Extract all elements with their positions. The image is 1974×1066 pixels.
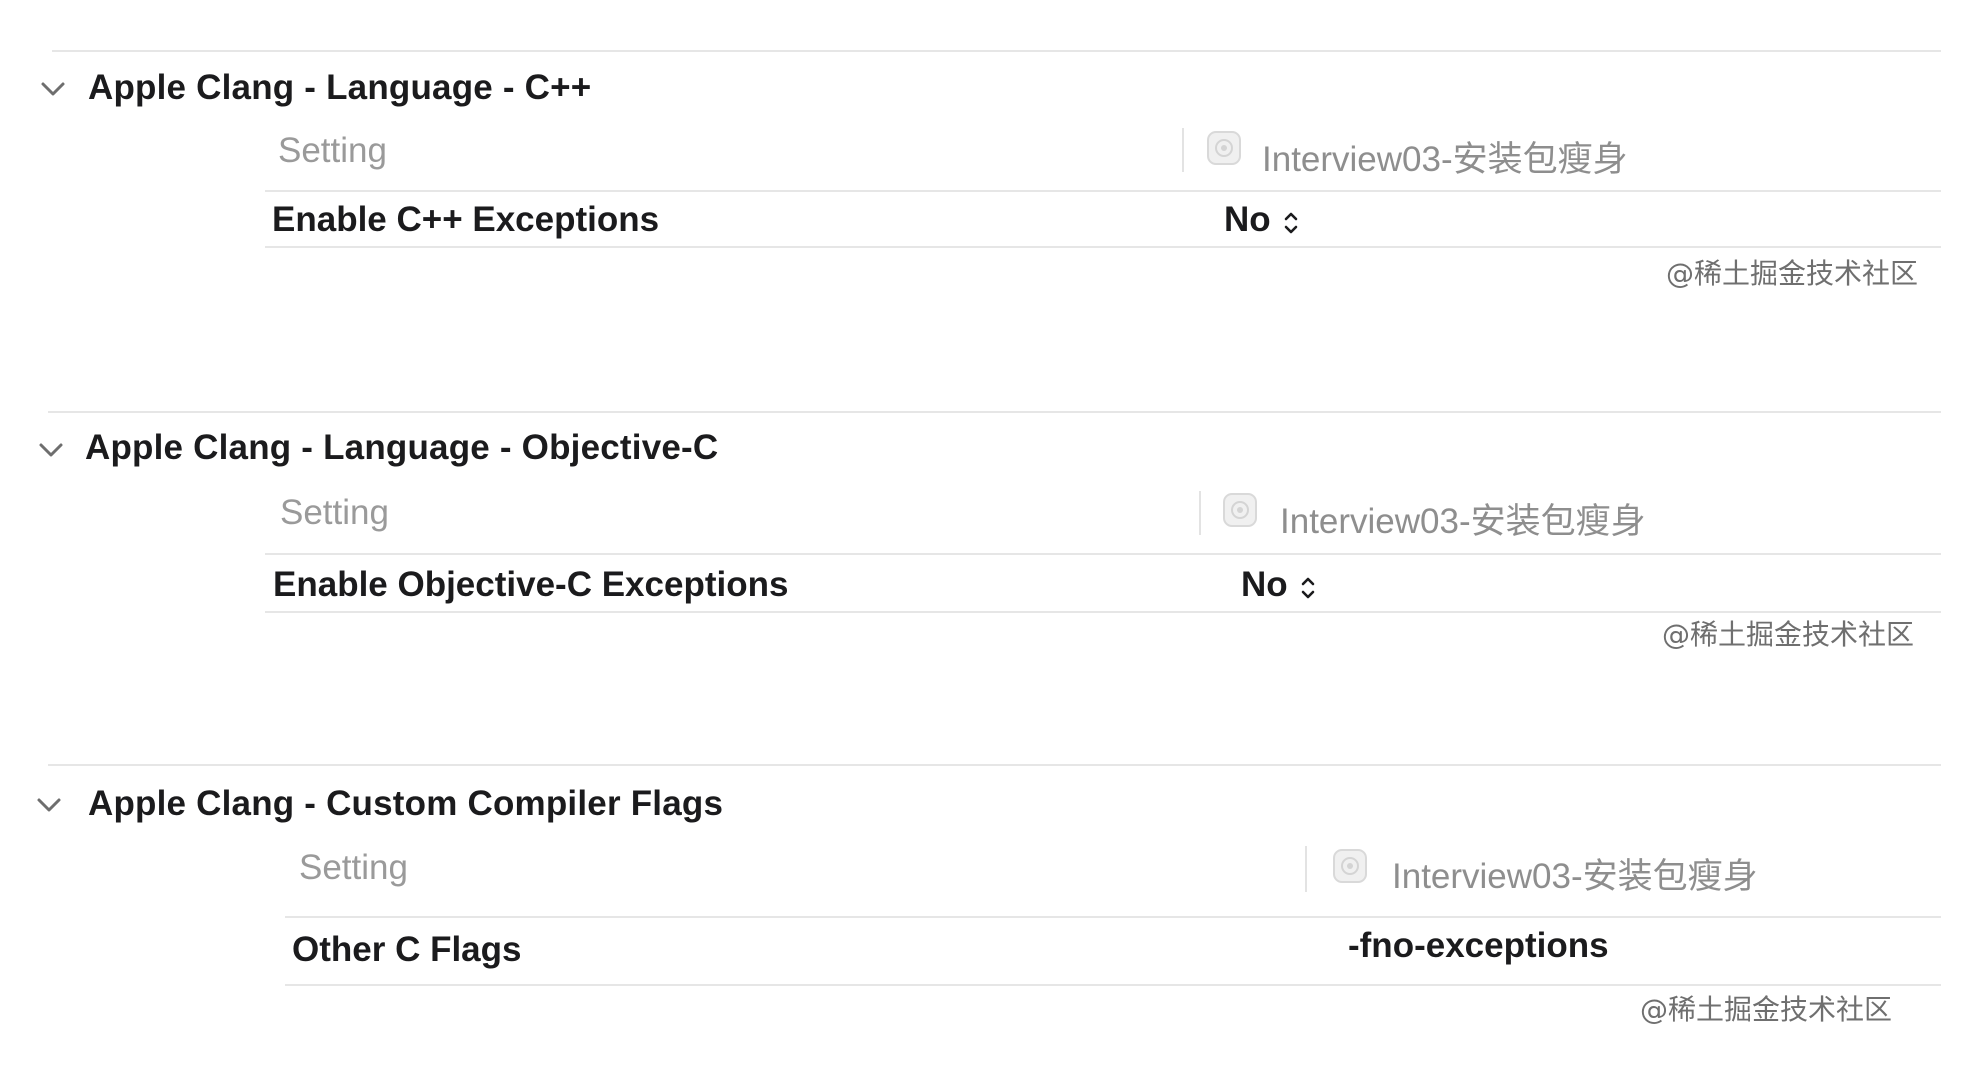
watermark: @稀土掘金技术社区 bbox=[1640, 993, 1893, 1026]
setting-value: -fno-exceptions bbox=[1348, 926, 1609, 965]
row-divider bbox=[265, 246, 1941, 248]
build-settings-section-objc: Apple Clang - Language - Objective-C Set… bbox=[0, 411, 1974, 731]
app-target-icon bbox=[1222, 492, 1258, 528]
setting-value-field[interactable]: -fno-exceptions bbox=[1348, 926, 1609, 966]
app-target-icon bbox=[1332, 848, 1368, 884]
section-divider bbox=[48, 411, 1941, 413]
column-divider bbox=[1199, 491, 1201, 535]
chevron-down-icon[interactable] bbox=[38, 74, 68, 104]
setting-value-popup[interactable]: No bbox=[1224, 200, 1299, 240]
updown-stepper-icon bbox=[1283, 206, 1299, 234]
setting-column-header: Setting bbox=[280, 493, 389, 532]
build-settings-section-custom-flags: Apple Clang - Custom Compiler Flags Sett… bbox=[0, 764, 1974, 1064]
target-column-header[interactable]: Interview03-安装包瘦身 bbox=[1392, 848, 1758, 899]
setting-row-label[interactable]: Enable Objective-C Exceptions bbox=[273, 565, 788, 605]
section-title[interactable]: Apple Clang - Language - Objective-C bbox=[85, 428, 718, 468]
watermark: @稀土掘金技术社区 bbox=[1662, 618, 1915, 651]
setting-value-popup[interactable]: No bbox=[1241, 565, 1316, 605]
target-column-header[interactable]: Interview03-安装包瘦身 bbox=[1280, 493, 1646, 544]
chevron-down-icon[interactable] bbox=[34, 790, 64, 820]
section-divider bbox=[48, 764, 1941, 766]
section-divider bbox=[52, 50, 1941, 52]
column-divider bbox=[1305, 846, 1307, 892]
row-divider bbox=[265, 190, 1941, 192]
setting-column-header: Setting bbox=[299, 848, 408, 887]
updown-stepper-icon bbox=[1300, 571, 1316, 599]
app-target-icon bbox=[1206, 130, 1242, 166]
setting-column-header: Setting bbox=[278, 131, 387, 170]
build-settings-section-cpp: Apple Clang - Language - C++ Setting Int… bbox=[0, 50, 1974, 350]
section-title[interactable]: Apple Clang - Language - C++ bbox=[88, 68, 591, 108]
watermark: @稀土掘金技术社区 bbox=[1666, 257, 1919, 290]
setting-value: No bbox=[1241, 565, 1288, 604]
column-divider bbox=[1182, 128, 1184, 172]
setting-value: No bbox=[1224, 200, 1271, 239]
target-column-header[interactable]: Interview03-安装包瘦身 bbox=[1262, 131, 1628, 182]
row-divider bbox=[265, 553, 1941, 555]
row-divider bbox=[285, 984, 1941, 986]
section-title[interactable]: Apple Clang - Custom Compiler Flags bbox=[88, 784, 723, 824]
chevron-down-icon[interactable] bbox=[36, 435, 66, 465]
row-divider bbox=[285, 916, 1941, 918]
setting-row-label[interactable]: Other C Flags bbox=[292, 930, 521, 970]
setting-row-label[interactable]: Enable C++ Exceptions bbox=[272, 200, 659, 240]
